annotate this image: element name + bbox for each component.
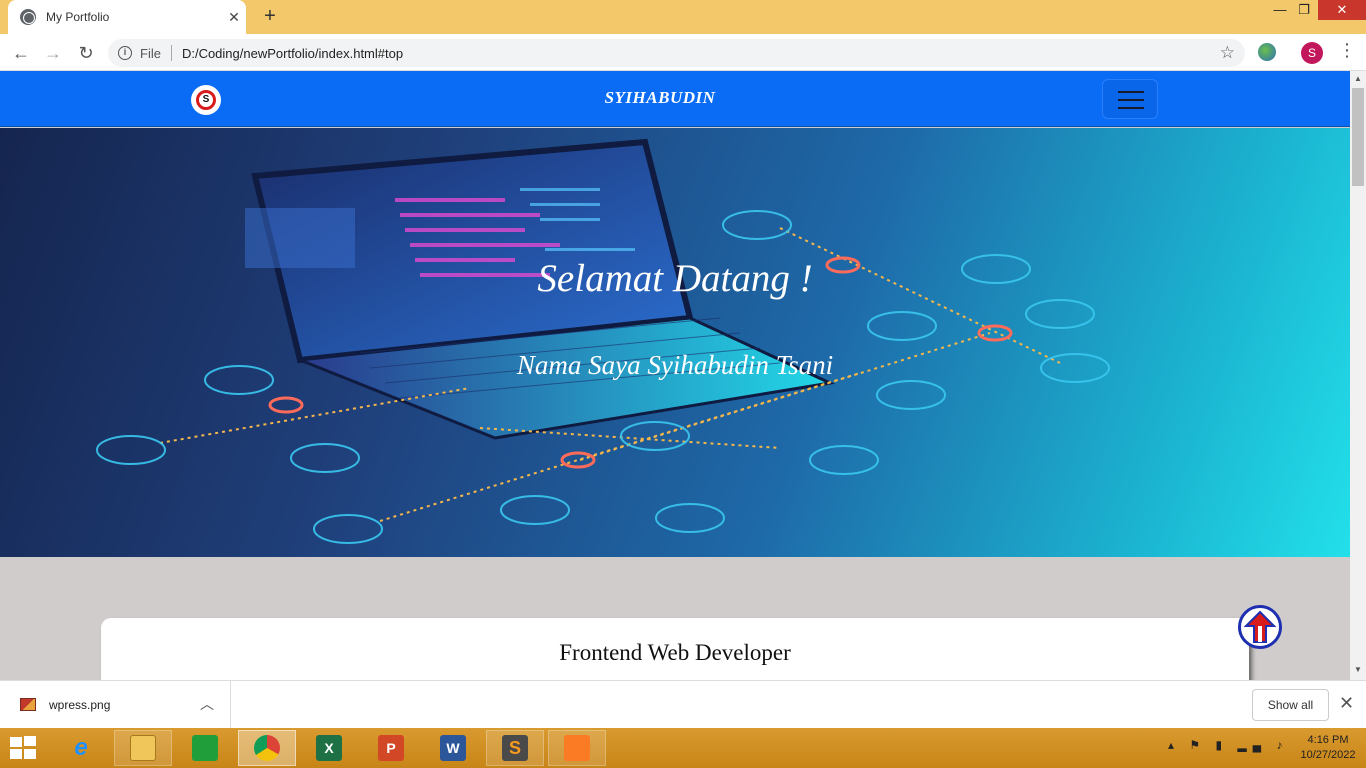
download-file-name[interactable]: wpress.png <box>49 698 110 712</box>
taskbar-clock[interactable]: 4:16 PM 10/27/2022 <box>1298 733 1358 763</box>
windows-logo-pane <box>10 737 22 747</box>
close-downloads-icon[interactable]: ✕ <box>1339 693 1354 714</box>
taskbar-chrome[interactable] <box>238 730 296 766</box>
windows-logo-pane <box>10 749 22 759</box>
windows-taskbar: e X P W S ▴ ⚑ ▮ ▂▄ ♪ 4:16 PM 10/27/2022 <box>0 728 1366 768</box>
downloads-bar: wpress.png ︿ Show all ✕ <box>0 680 1366 729</box>
sublime-text-icon: S <box>502 735 528 761</box>
clock-date: 10/27/2022 <box>1300 749 1356 761</box>
word-icon: W <box>440 735 466 761</box>
taskbar-xampp[interactable] <box>548 730 606 766</box>
info-icon[interactable]: i <box>118 46 132 60</box>
scroll-up-arrow-icon[interactable]: ▲ <box>1354 74 1362 83</box>
browser-toolbar: ← → ↻ i File D:/Coding/newPortfolio/inde… <box>0 34 1366 71</box>
hamburger-line <box>1118 107 1144 109</box>
chrome-icon <box>254 735 280 761</box>
card-title: Frontend Web Developer <box>559 640 791 665</box>
scheme-label: File <box>140 45 161 61</box>
address-bar[interactable]: i File D:/Coding/newPortfolio/index.html… <box>108 39 1245 67</box>
kebab-menu-icon[interactable]: ⋮ <box>1338 40 1356 61</box>
url-text[interactable]: D:/Coding/newPortfolio/index.html#top <box>182 46 403 61</box>
internet-explorer-icon: e <box>74 734 88 761</box>
up-arrow-icon <box>1243 610 1277 643</box>
browser-titlebar: My Portfolio ✕ + — ❐ ✕ <box>0 0 1366 34</box>
taskbar-powerpoint[interactable]: P <box>362 730 420 766</box>
tab-close-icon[interactable]: ✕ <box>222 9 246 26</box>
back-arrow-icon[interactable]: ← <box>8 40 34 66</box>
scroll-down-arrow-icon[interactable]: ▼ <box>1354 665 1362 674</box>
bookmark-star-icon[interactable]: ☆ <box>1220 43 1235 63</box>
reload-icon[interactable]: ↻ <box>73 40 99 66</box>
image-file-icon <box>20 698 36 711</box>
powerpoint-icon: P <box>378 735 404 761</box>
hero-title: Selamat Datang ! <box>537 257 813 300</box>
taskbar-sublime-text[interactable]: S <box>486 730 544 766</box>
logo-letter: S <box>196 90 216 110</box>
hero-subtitle: Nama Saya Syihabudin Tsani <box>516 350 834 380</box>
hero-laptop-illustration <box>96 138 1110 544</box>
xampp-icon <box>564 735 590 761</box>
start-button[interactable] <box>10 736 38 760</box>
site-brand[interactable]: SYIHABUDIN <box>560 88 760 108</box>
taskbar-word[interactable]: W <box>424 730 482 766</box>
back-to-top-button[interactable] <box>1238 605 1282 649</box>
hamburger-menu-button[interactable] <box>1102 79 1158 119</box>
download-item[interactable]: wpress.png ︿ <box>0 681 231 729</box>
maximize-button[interactable]: ❐ <box>1290 0 1318 20</box>
site-navbar: S SYIHABUDIN <box>0 71 1350 127</box>
clock-time: 4:16 PM <box>1307 734 1349 746</box>
forward-arrow-icon[interactable]: → <box>40 40 66 66</box>
browser-tab[interactable]: My Portfolio ✕ <box>8 0 246 34</box>
tab-title: My Portfolio <box>46 10 110 24</box>
extension-icon[interactable] <box>1258 43 1276 61</box>
store-icon <box>192 735 218 761</box>
globe-icon <box>20 9 36 25</box>
taskbar-store[interactable] <box>176 730 234 766</box>
intro-card: Frontend Web Developer <box>101 618 1249 680</box>
page-scrollbar[interactable]: ▲ ▼ <box>1350 71 1366 680</box>
hamburger-line <box>1118 99 1144 101</box>
system-tray[interactable]: ▴ ⚑ ▮ ▂▄ ♪ <box>1168 738 1288 752</box>
chevron-up-icon[interactable]: ︿ <box>200 694 214 714</box>
page-viewport: S SYIHABUDIN Selamat Datang ! Nama Saya … <box>0 71 1350 680</box>
file-explorer-icon <box>130 735 156 761</box>
close-window-button[interactable]: ✕ <box>1318 0 1366 20</box>
excel-icon: X <box>316 735 342 761</box>
new-tab-button[interactable]: + <box>258 4 282 30</box>
scroll-thumb[interactable] <box>1352 88 1364 186</box>
profile-avatar[interactable]: S <box>1301 42 1323 64</box>
address-separator <box>170 45 172 61</box>
taskbar-internet-explorer[interactable]: e <box>52 730 110 766</box>
site-logo[interactable]: S <box>191 85 221 115</box>
windows-logo-pane <box>24 749 36 759</box>
show-all-button[interactable]: Show all <box>1252 689 1329 721</box>
hero-section: Selamat Datang ! Nama Saya Syihabudin Ts… <box>0 128 1350 557</box>
taskbar-file-explorer[interactable] <box>114 730 172 766</box>
taskbar-excel[interactable]: X <box>300 730 358 766</box>
hamburger-line <box>1118 91 1144 93</box>
windows-logo-pane <box>24 736 36 746</box>
